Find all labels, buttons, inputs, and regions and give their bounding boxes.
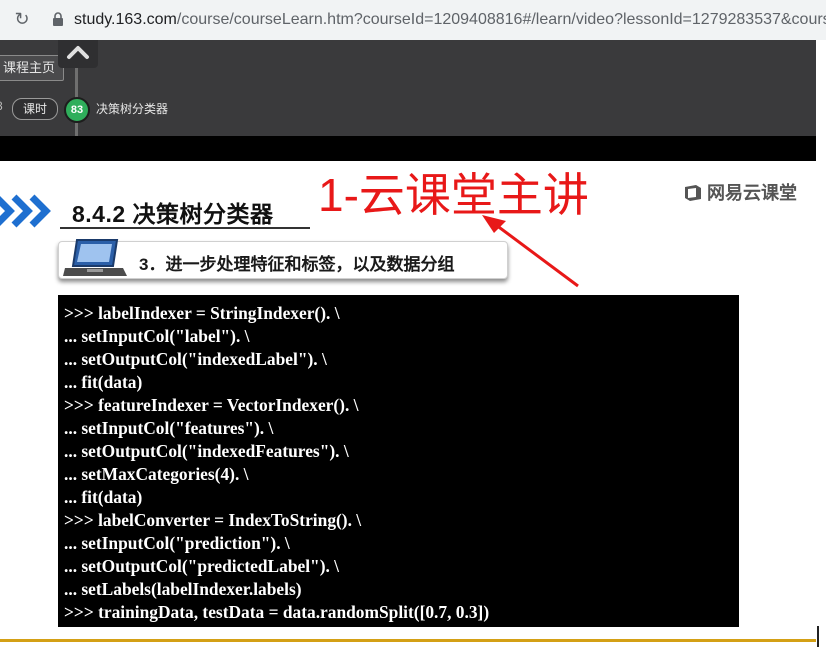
course-home-button[interactable]: 课程主页 [0,55,65,81]
url-field[interactable]: study.163.com/course/courseLearn.htm?cou… [74,10,826,30]
chevron-up-icon [67,46,89,59]
lesson-number-badge[interactable]: 83 [64,97,90,123]
section-title: 8.4.2 决策树分类器 [72,201,274,227]
code-line: ... setInputCol("label"). \ [64,326,250,346]
reload-icon[interactable]: ↻ [12,9,32,29]
code-line: ... setLabels(labelIndexer.labels) [64,579,302,599]
scrollbar-handle[interactable] [817,626,819,647]
brand-logo: 网易云课堂 [684,179,797,205]
code-line: >>> labelIndexer = StringIndexer(). \ [64,303,340,323]
code-line: >>> trainingData, testData = data.random… [64,602,490,622]
code-line: ... setMaxCategories(4). \ [64,464,249,484]
code-block: >>> labelIndexer = StringIndexer(). \ ..… [58,295,739,627]
chevron-arrows-icon [0,194,51,228]
code-line: ... setOutputCol("indexedLabel"). \ [64,349,327,369]
page-right-edge [816,40,826,647]
title-underline [60,227,310,229]
lesson-navigation: 课程主页 8 课时 83 决策树分类器 [0,40,816,136]
code-line: ... fit(data) [64,487,143,507]
code-line: >>> labelConverter = IndexToString(). \ [64,510,362,530]
code-line: >>> featureIndexer = VectorIndexer(). \ [64,395,359,415]
subtitle-text: 3．进一步处理特征和标签，以及数据分组 [139,255,455,274]
brand-text: 网易云课堂 [707,183,797,203]
lock-icon[interactable] [52,12,64,26]
code-line: ... setInputCol("features"). \ [64,418,274,438]
video-slide[interactable]: 8.4.2 决策树分类器 网易云课堂 1-云课堂主讲 3．进一步处理特征和标签，… [0,161,816,647]
collapse-button[interactable] [58,40,98,68]
code-line: ... setInputCol("prediction"). \ [64,533,290,553]
laptop-icon [63,239,127,276]
code-line: ... setOutputCol("predictedLabel"). \ [64,556,340,576]
subtitle-banner: 3．进一步处理特征和标签，以及数据分组 [58,239,508,279]
lesson-type-tag: 课时 [12,98,59,120]
lesson-title[interactable]: 决策树分类器 [96,100,168,117]
address-bar: ↻ study.163.com/course/courseLearn.htm?c… [0,0,826,41]
code-line: ... fit(data) [64,372,143,392]
brand-icon [685,185,701,201]
previous-lesson-number[interactable]: 8 [0,99,3,113]
url-path: /course/courseLearn.htm?courseId=1209408… [176,11,826,28]
url-host: study.163.com [74,11,177,28]
video-top-bar [0,136,816,161]
code-line: ... setOutputCol("indexedFeatures"). \ [64,441,349,461]
slide-bottom-rule [0,639,816,642]
